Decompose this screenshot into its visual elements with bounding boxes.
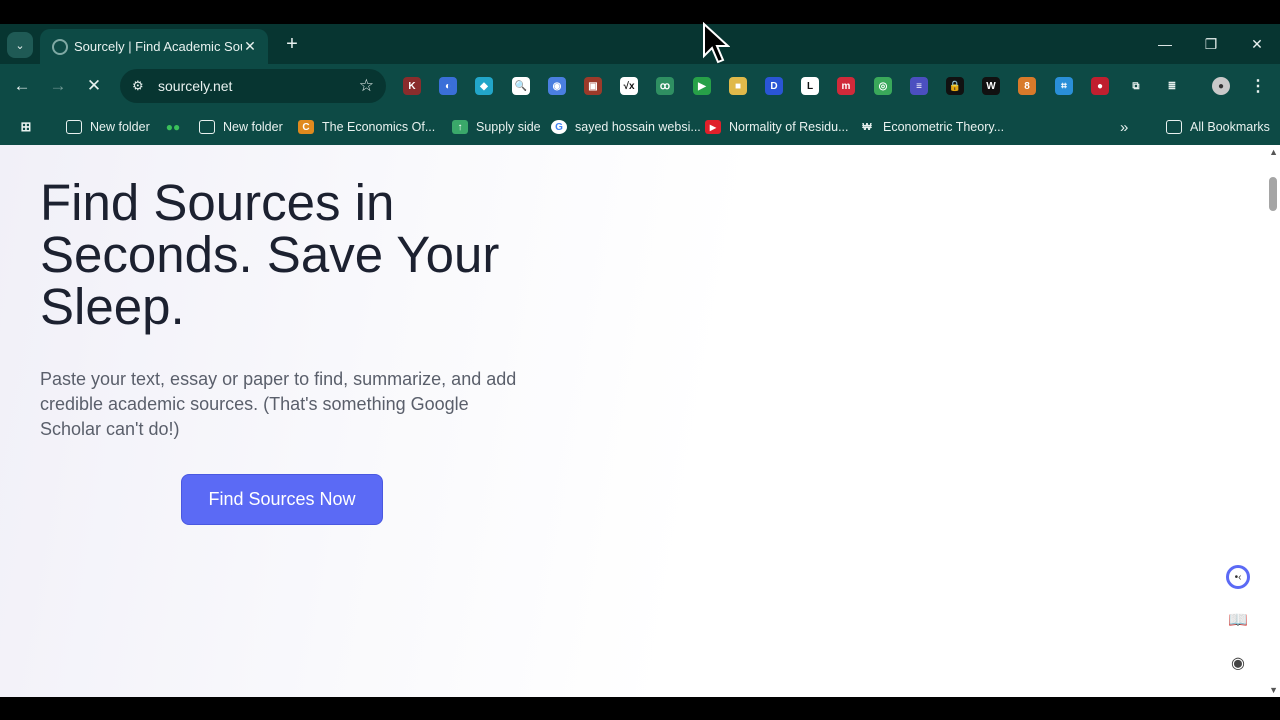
bookmark-label: Econometric Theory...: [883, 120, 1005, 134]
bookmark-new-folder-1[interactable]: New folder: [66, 116, 150, 138]
tab-title: Sourcely | Find Academic Sources: [74, 39, 242, 54]
extension-icon[interactable]: √x: [620, 77, 638, 95]
book-icon: 📖: [1228, 612, 1248, 629]
extension-icon[interactable]: K: [403, 77, 421, 95]
broadcast-button[interactable]: ◉: [1220, 645, 1256, 681]
all-bookmarks-label: All Bookmarks: [1190, 120, 1270, 134]
extension-icon[interactable]: ◉: [548, 77, 566, 95]
extension-icon[interactable]: ◆: [475, 77, 493, 95]
folder-icon: [1166, 120, 1182, 134]
bookmark-star-icon[interactable]: ☆: [359, 76, 374, 96]
broadcast-icon: ◉: [1231, 655, 1245, 672]
profile-avatar[interactable]: ●: [1212, 77, 1230, 95]
bot-icon: •‹: [1226, 565, 1250, 589]
hero-subtitle: Paste your text, essay or paper to find,…: [40, 369, 517, 439]
screen: ⌄ Sourcely | Find Academic Sources ✕ + —…: [0, 0, 1280, 720]
bookmarks-overflow-button[interactable]: »: [1120, 116, 1128, 138]
extension-icon[interactable]: ▣: [584, 77, 602, 95]
bookmark-econometric[interactable]: ₩ Econometric Theory...: [859, 116, 1004, 138]
scroll-thumb[interactable]: [1269, 177, 1277, 211]
extension-icon[interactable]: ꝏ: [656, 77, 674, 95]
tab-search-button[interactable]: ⌄: [7, 32, 33, 58]
bookmark-label: The Economics Of...: [322, 120, 436, 134]
youtube-icon: ▶: [705, 120, 721, 134]
extension-icon[interactable]: m: [837, 77, 855, 95]
google-icon: G: [551, 120, 567, 134]
mouse-cursor-icon: [703, 22, 730, 64]
menu-icon[interactable]: ⋮: [1249, 77, 1267, 95]
extension-icon[interactable]: W: [982, 77, 1000, 95]
address-bar[interactable]: ⚙ sourcely.net ☆: [120, 69, 386, 103]
tab-strip: ⌄ Sourcely | Find Academic Sources ✕ + —…: [0, 24, 1280, 64]
folder-icon: [66, 120, 82, 134]
site-info-icon[interactable]: ⚙: [132, 78, 150, 94]
extension-icon[interactable]: ◐: [439, 77, 457, 95]
extension-icon[interactable]: ■: [729, 77, 747, 95]
bookmark-new-folder-2[interactable]: New folder: [199, 116, 283, 138]
tab-close-icon[interactable]: ✕: [242, 38, 258, 55]
bookmark-sayed-hossain[interactable]: Gsayed hossain websi...: [551, 116, 701, 138]
c-icon: C: [298, 120, 314, 134]
restore-button[interactable]: ❐: [1188, 30, 1234, 58]
extension-icon[interactable]: D: [765, 77, 783, 95]
bookmark-normality[interactable]: ▶ Normality of Residu...: [705, 116, 848, 138]
folder-icon: [199, 120, 215, 134]
bookmark-label: New folder: [223, 120, 283, 134]
extension-icon[interactable]: ⌗: [1055, 77, 1073, 95]
page-content: Find Sources in Seconds. Save Your Sleep…: [0, 145, 1280, 697]
bookmarks-bar: ⊞ New folder ●● New folder C The Economic…: [0, 108, 1280, 145]
new-tab-button[interactable]: +: [282, 32, 302, 56]
browser-chrome: ⌄ Sourcely | Find Academic Sources ✕ + —…: [0, 24, 1280, 145]
minimize-button[interactable]: —: [1142, 30, 1188, 58]
bookmark-economics[interactable]: C The Economics Of...: [298, 116, 435, 138]
all-bookmarks-button[interactable]: All Bookmarks: [1166, 116, 1270, 138]
extension-icon[interactable]: L: [801, 77, 819, 95]
extension-icon[interactable]: ◎: [874, 77, 892, 95]
back-button[interactable]: ←: [8, 72, 36, 100]
apps-grid-icon[interactable]: ⊞: [18, 116, 42, 138]
bookmark-label: sayed hossain websi...: [575, 120, 701, 134]
bookmark-supply-side[interactable]: ↑ Supply side: [452, 116, 541, 138]
chat-bot-widget[interactable]: •‹: [1220, 559, 1256, 595]
page-scrollbar[interactable]: ▲ ▼: [1266, 145, 1280, 697]
bookmark-label: Supply side: [476, 120, 541, 134]
forward-button[interactable]: →: [44, 72, 72, 100]
bookmark-label: Normality of Residu...: [729, 120, 849, 134]
extension-icon[interactable]: ≡: [910, 77, 928, 95]
scroll-up-icon[interactable]: ▲: [1269, 147, 1278, 157]
bookmark-label: New folder: [90, 120, 150, 134]
loading-favicon-icon: [52, 38, 68, 55]
bookmark-wechat[interactable]: ●●: [165, 116, 189, 138]
close-window-button[interactable]: ✕: [1234, 30, 1280, 58]
extension-icon[interactable]: 8: [1018, 77, 1036, 95]
extension-icon[interactable]: ≣: [1163, 77, 1181, 95]
extension-icon[interactable]: ▶: [693, 77, 711, 95]
reader-button[interactable]: 📖: [1220, 602, 1256, 638]
extension-icon[interactable]: 🔒: [946, 77, 964, 95]
extension-icon[interactable]: ⧉: [1127, 77, 1145, 95]
scroll-down-icon[interactable]: ▼: [1269, 685, 1278, 695]
stop-loading-button[interactable]: ✕: [80, 72, 108, 100]
extension-icon[interactable]: 🔍: [512, 77, 530, 95]
url-text: sourcely.net: [158, 78, 233, 94]
toolbar: ← → ✕ ⚙ sourcely.net ☆ K ◐ ◆ 🔍 ◉ ▣ √x ꝏ ▶ ■ D Lm ◎ ≡ 🔒…: [0, 64, 1280, 108]
wechat-icon: ●●: [165, 120, 181, 134]
lines-icon: ₩: [862, 121, 872, 133]
find-sources-button[interactable]: Find Sources Now: [181, 474, 383, 525]
supply-icon: ↑: [452, 120, 468, 134]
hero-title: Find Sources in Seconds. Save Your Sleep…: [40, 174, 500, 335]
extension-icon[interactable]: ●: [1091, 77, 1109, 95]
active-tab[interactable]: Sourcely | Find Academic Sources ✕: [40, 29, 268, 64]
